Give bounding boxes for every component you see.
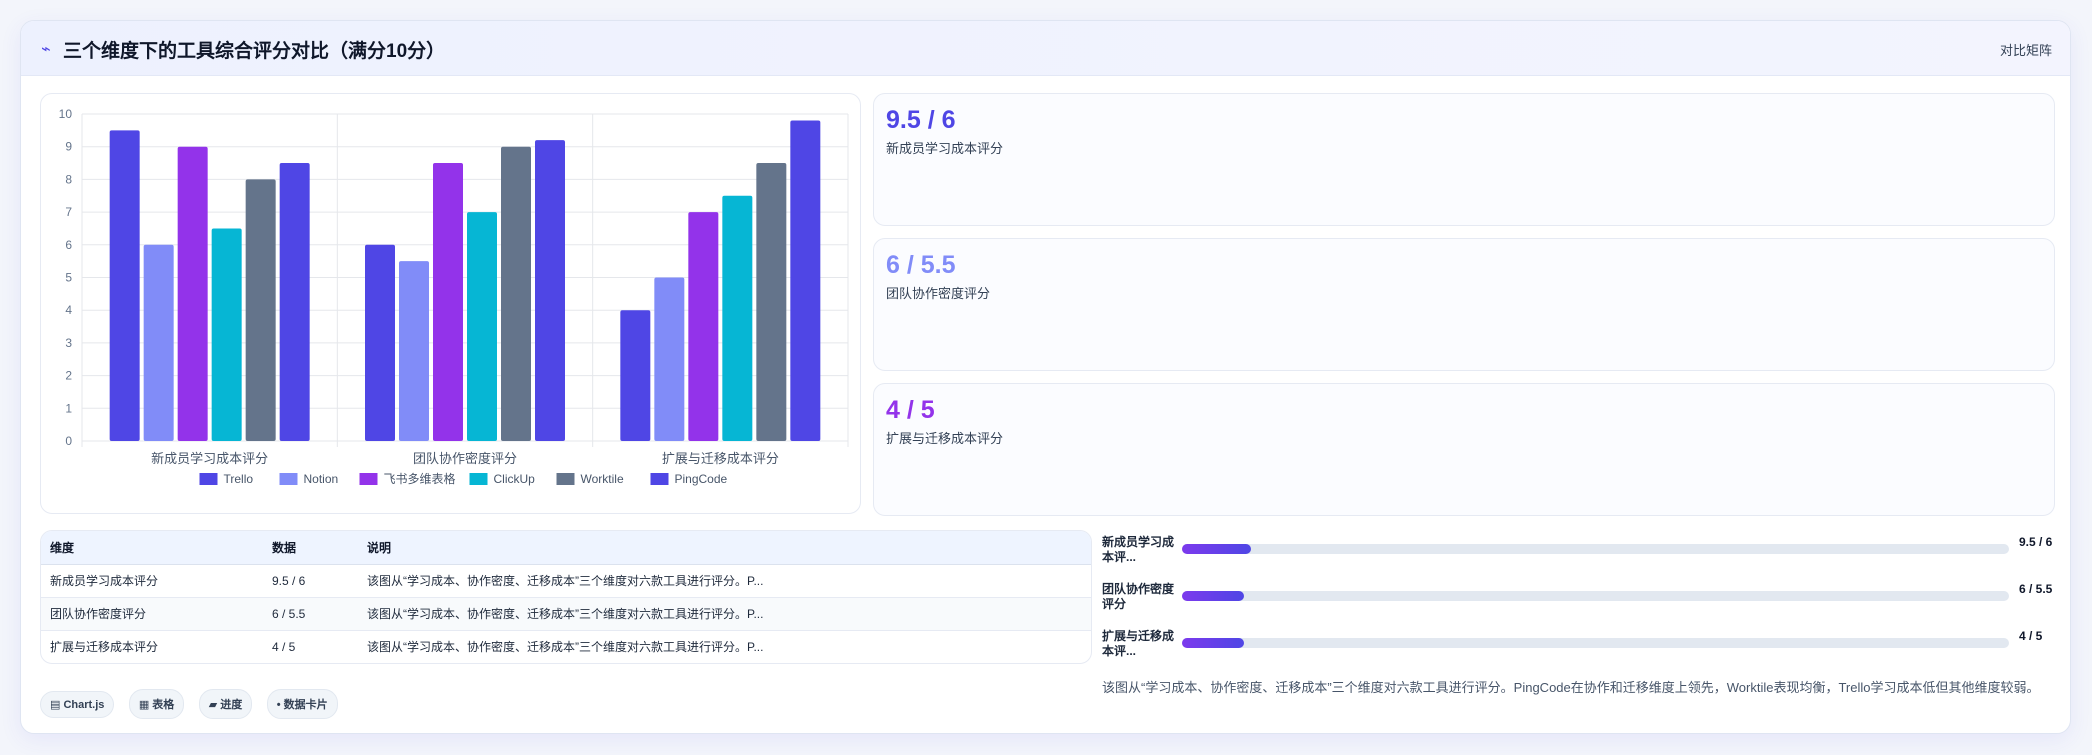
progress-fill <box>1182 544 1251 554</box>
card-title: 三个维度下的工具综合评分对比（满分10分） <box>63 41 446 62</box>
stat-card-learning: 9.5 / 6 新成员学习成本评分 <box>873 93 2055 226</box>
legend-label: Trello <box>224 472 254 486</box>
bar <box>467 212 497 441</box>
table-cell: 该图从“学习成本、协作密度、迁移成本”三个维度对六款工具进行评分。P... <box>358 597 1091 631</box>
table-cell: 团队协作密度评分 <box>41 597 263 631</box>
legend-label: 飞书多维表格 <box>384 471 456 486</box>
y-tick-label: 8 <box>65 172 72 186</box>
stat-card-collaboration: 6 / 5.5 团队协作密度评分 <box>873 238 2055 371</box>
bar-chart: 0 1 2 3 4 5 6 7 8 9 10 新成员学习成本评分 团队协作密度评分 扩展与迁移成本评分 Tr… <box>59 107 849 486</box>
stat-value: 9.5 / 6 <box>886 106 956 134</box>
chip-chartjs[interactable]: ▤ Chart.js <box>40 691 115 718</box>
bar <box>501 146 531 441</box>
bar <box>279 163 310 442</box>
y-tick-label: 0 <box>65 434 72 448</box>
bar <box>143 244 174 441</box>
progress-row: 扩展与迁移成本评... 4 / 5 <box>1102 629 2062 663</box>
progress-row: 新成员学习成本评... 9.5 / 6 <box>1102 535 2062 569</box>
table-cell: 新成员学习成本评分 <box>41 564 263 598</box>
table-cell: 该图从“学习成本、协作密度、迁移成本”三个维度对六款工具进行评分。P... <box>367 640 764 655</box>
y-tick-label: 10 <box>59 107 73 121</box>
y-tick-label: 7 <box>65 205 72 219</box>
progress-value: 6 / 5.5 <box>2019 582 2053 596</box>
data-table: 维度 数据 说明 新成员学习成本评分 9.5 / 6 该图从“学习成本、协作密度… <box>41 531 1091 663</box>
y-tick-label: 6 <box>65 238 72 252</box>
chip-row: ▤ Chart.js ▦ 表格 ▰ 进度 • 数据卡片 <box>40 689 348 719</box>
stat-value: 4 / 5 <box>886 396 935 424</box>
table-cell: 6 / 5.5 <box>263 597 358 631</box>
y-tick-label: 5 <box>65 271 72 285</box>
bar <box>654 277 685 441</box>
bar <box>535 140 565 441</box>
progress-row: 团队协作密度评分 6 / 5.5 <box>1102 582 2062 616</box>
stat-label: 扩展与迁移成本评分 <box>886 431 1004 446</box>
legend-swatch <box>359 473 378 485</box>
legend-swatch <box>279 473 298 485</box>
legend-swatch <box>199 473 218 485</box>
progress-value: 9.5 / 6 <box>2019 535 2053 549</box>
bar <box>211 228 242 441</box>
stat-label: 团队协作密度评分 <box>886 286 991 301</box>
table-row: 新成员学习成本评分 9.5 / 6 该图从“学习成本、协作密度、迁移成本”三个维… <box>41 564 1091 598</box>
y-tick-label: 2 <box>65 369 72 383</box>
stat-value: 6 / 5.5 <box>886 251 956 279</box>
column-header: 维度 <box>41 531 263 565</box>
table-row: 团队协作密度评分 6 / 5.5 该图从“学习成本、协作密度、迁移成本”三个维度… <box>41 597 1091 631</box>
table-cell: 扩展与迁移成本评分 <box>50 640 159 655</box>
chip-data-cards[interactable]: • 数据卡片 <box>266 689 338 719</box>
bar <box>688 212 719 441</box>
stat-card-migration: 4 / 5 扩展与迁移成本评分 <box>873 383 2055 516</box>
stat-label: 新成员学习成本评分 <box>886 141 1004 156</box>
chip-table[interactable]: ▦ 表格 <box>128 689 185 719</box>
table-row: 扩展与迁移成本评分 4 / 5 该图从“学习成本、协作密度、迁移成本”三个维度对… <box>41 630 1091 663</box>
column-header: 说明 <box>358 531 1091 565</box>
progress-label: 扩展与迁移成本评... <box>1102 629 1175 658</box>
table-cell: 该图从“学习成本、协作密度、迁移成本”三个维度对六款工具进行评分。P... <box>358 564 1091 598</box>
column-header: 数据 <box>263 531 358 565</box>
bar <box>433 163 463 442</box>
progress-fill <box>1182 591 1245 601</box>
bar <box>722 195 753 441</box>
legend-label: Worktile <box>581 472 624 486</box>
legend-label: ClickUp <box>494 472 536 486</box>
progress-label: 新成员学习成本评... <box>1102 535 1175 564</box>
bar <box>109 130 140 441</box>
summary-text: 该图从“学习成本、协作密度、迁移成本”三个维度对六款工具进行评分。PingCod… <box>1102 680 2040 695</box>
data-table-panel: 维度 数据 说明 新成员学习成本评分 9.5 / 6 该图从“学习成本、协作密度… <box>40 530 1092 664</box>
legend-swatch <box>469 473 488 485</box>
progress-track <box>1182 544 2009 554</box>
card-header: ⌁ 三个维度下的工具综合评分对比（满分10分） 对比矩阵 <box>21 21 2070 76</box>
table-header-row: 维度 数据 说明 <box>41 531 1091 565</box>
x-tick-label: 新成员学习成本评分 <box>151 451 268 466</box>
y-tick-label: 9 <box>65 140 72 154</box>
bar <box>756 163 787 442</box>
table-cell: 9.5 / 6 <box>263 564 358 598</box>
chip-progress[interactable]: ▰ 进度 <box>198 689 253 719</box>
y-tick-label: 4 <box>65 303 72 317</box>
progress-track <box>1182 638 2009 648</box>
progress-track <box>1182 591 2009 601</box>
progress-fill <box>1182 638 1245 648</box>
comparison-card: ⌁ 三个维度下的工具综合评分对比（满分10分） 对比矩阵 0 1 2 3 4 5 6 7 8 9 1… <box>20 20 2071 734</box>
x-tick-label: 扩展与迁移成本评分 <box>662 451 779 466</box>
progress-value: 4 / 5 <box>2019 629 2043 643</box>
bar <box>365 244 395 441</box>
pulse-icon: ⌁ <box>41 41 51 58</box>
table-cell: 4 / 5 <box>272 639 296 654</box>
legend-label: PingCode <box>675 472 728 486</box>
x-tick-label: 团队协作密度评分 <box>413 451 517 466</box>
matrix-label: 对比矩阵 <box>1999 43 2052 58</box>
bar <box>399 261 429 441</box>
legend-swatch <box>556 473 575 485</box>
y-tick-label: 3 <box>65 336 72 350</box>
legend-label: Notion <box>304 472 339 486</box>
bar <box>177 146 208 441</box>
bar <box>245 179 276 441</box>
y-tick-label: 1 <box>65 401 72 415</box>
bar <box>620 310 651 441</box>
progress-label: 团队协作密度评分 <box>1102 582 1175 611</box>
bar <box>790 120 821 441</box>
legend-swatch <box>650 473 669 485</box>
chart-panel: 0 1 2 3 4 5 6 7 8 9 10 新成员学习成本评分 团队协作密度评分 扩展与迁移成本评分 Tr… <box>40 93 861 514</box>
